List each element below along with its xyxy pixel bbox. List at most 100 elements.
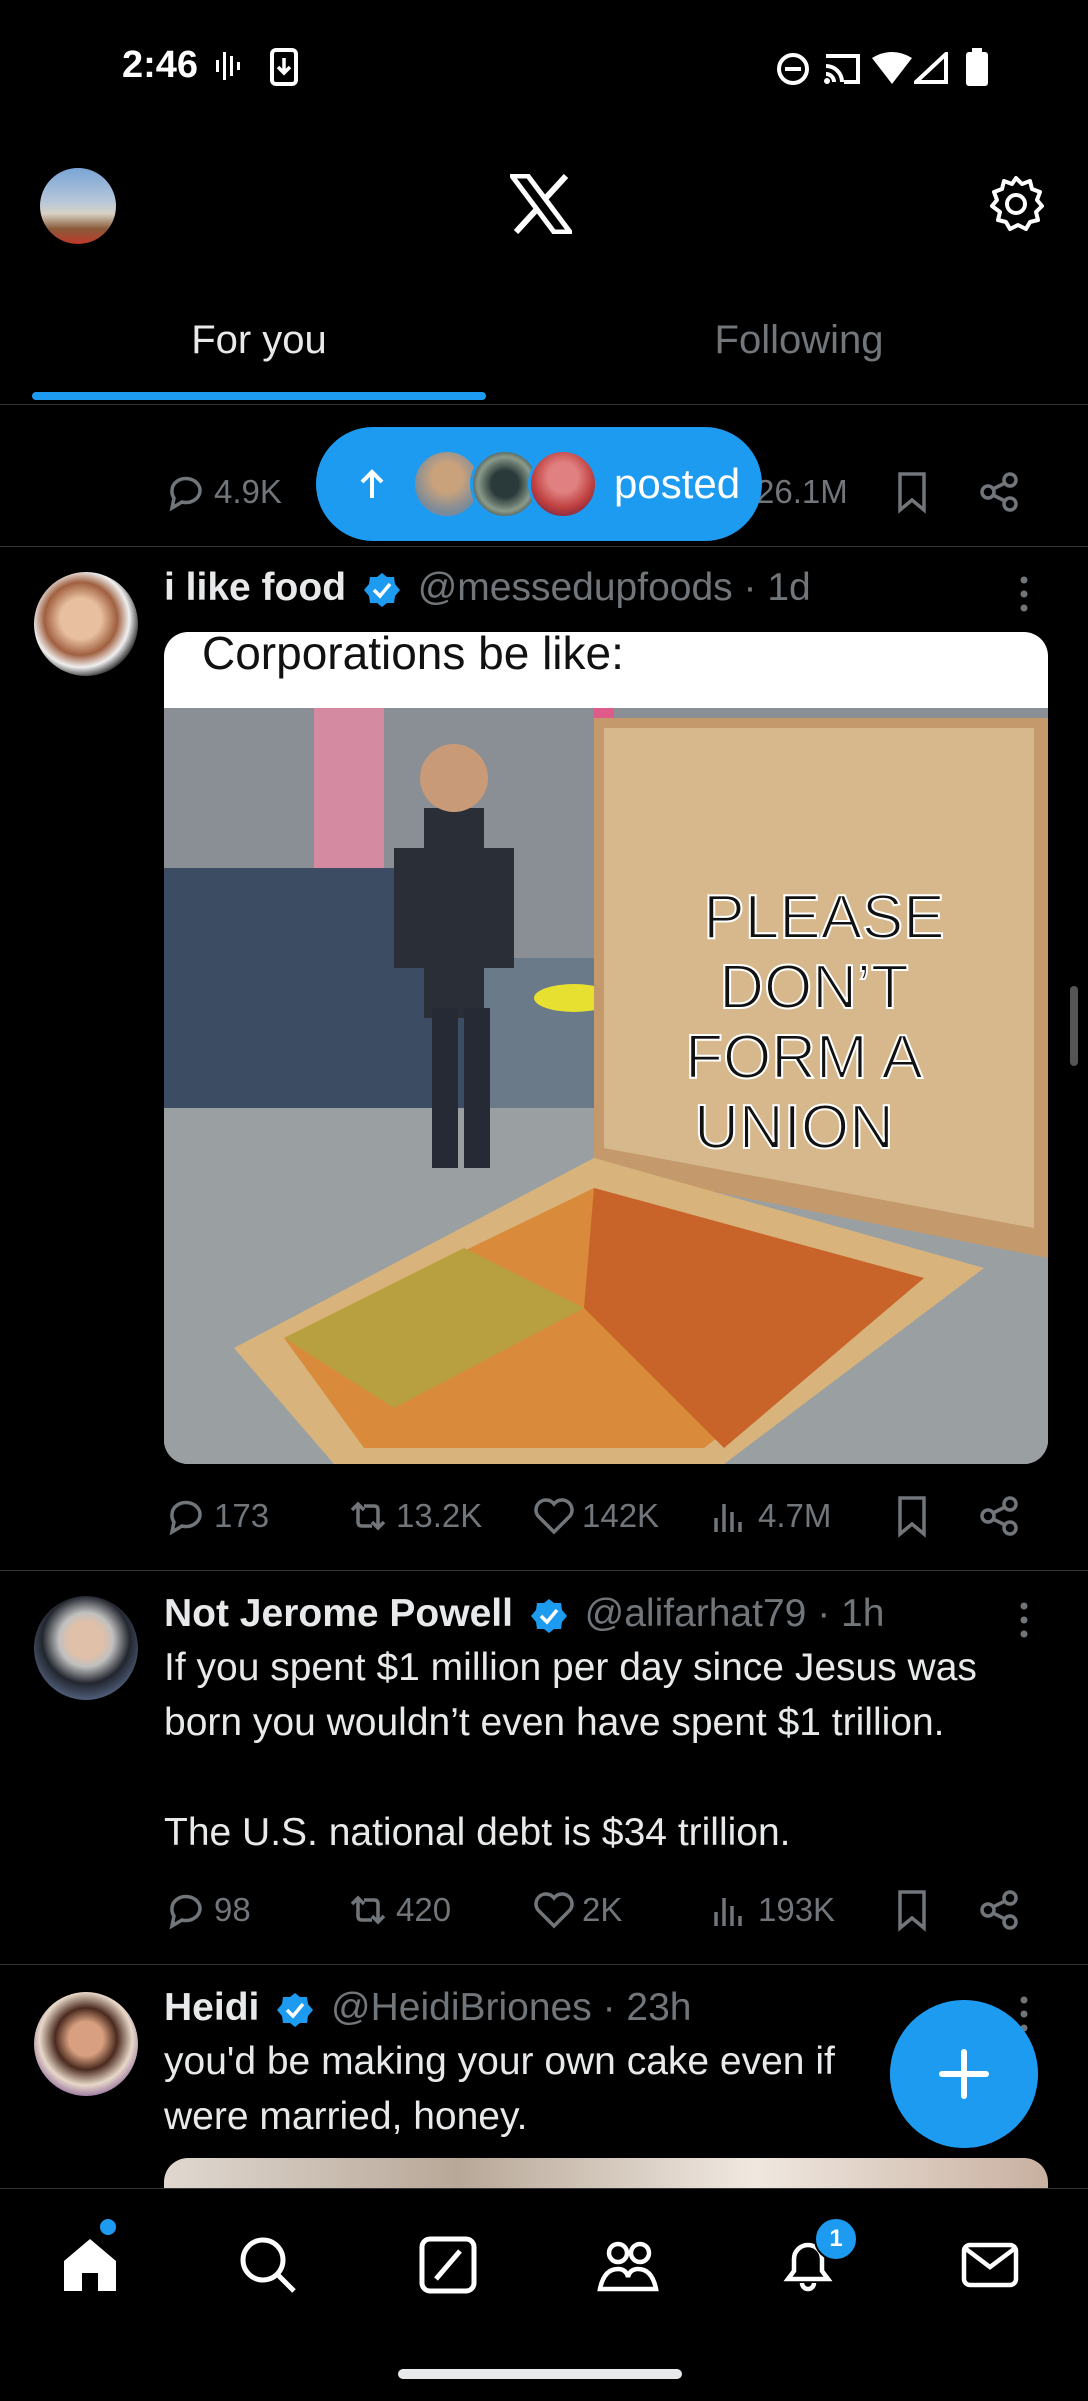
box-text-line: PLEASE (703, 883, 944, 952)
download-icon (270, 48, 298, 86)
author-name[interactable]: i like food (164, 566, 346, 609)
bottom-nav: 1 (0, 2188, 1088, 2401)
author-handle[interactable]: @HeidiBriones (331, 1986, 592, 2029)
reply-count: 98 (214, 1891, 251, 1928)
post-header: Not Jerome Powell @alifarhat79 · 1h (164, 1592, 884, 1636)
post-actions: 173 13.2K 142K 4.7M (164, 1488, 1044, 1544)
home-unread-dot (100, 2219, 116, 2235)
grok-icon[interactable] (416, 2233, 480, 2297)
post-time: 23h (626, 1986, 692, 2029)
x-logo[interactable] (510, 174, 572, 234)
author-name[interactable]: Not Jerome Powell (164, 1592, 513, 1635)
author-handle[interactable]: @messedupfoods (418, 566, 733, 609)
dnd-icon (777, 53, 809, 85)
repost-button[interactable]: 13.2K (346, 1488, 482, 1544)
heart-icon (534, 1498, 574, 1535)
repost-icon (350, 1501, 386, 1531)
audio-icon (216, 52, 240, 80)
box-text-line: UNION (694, 1093, 894, 1162)
bookmark-button[interactable] (890, 1488, 940, 1544)
avatar[interactable] (34, 1992, 138, 2096)
analytics-icon (714, 1898, 742, 1926)
more-icon[interactable] (1014, 1600, 1034, 1640)
bookmark-icon (898, 1890, 926, 1932)
bookmark-button[interactable] (890, 464, 940, 520)
reply-icon (169, 1500, 202, 1536)
separator: · (602, 1986, 627, 2029)
avatar (528, 449, 598, 519)
cast-icon (824, 54, 860, 84)
share-icon (980, 1890, 1018, 1930)
reply-button[interactable]: 173 (164, 1488, 269, 1544)
views-button[interactable]: 4.7M (708, 1488, 831, 1544)
bookmark-icon (898, 472, 926, 514)
avatar[interactable] (34, 572, 138, 676)
author-handle[interactable]: @alifarhat79 (585, 1592, 807, 1635)
share-button[interactable] (978, 1882, 1028, 1938)
reply-icon (169, 1894, 202, 1930)
share-icon (980, 472, 1018, 512)
gesture-bar[interactable] (398, 2369, 682, 2379)
signal-icon (914, 52, 948, 84)
repost-count: 13.2K (396, 1497, 483, 1534)
post-text-line (164, 1750, 1064, 1805)
repost-count: 420 (396, 1891, 452, 1928)
compose-button[interactable] (890, 2000, 1038, 2148)
heart-icon (534, 1892, 574, 1929)
box-text-line: DON’T (719, 953, 908, 1022)
new-posts-pill[interactable]: posted (316, 427, 762, 541)
separator: · (743, 566, 768, 609)
scrollbar[interactable] (1070, 986, 1078, 1066)
analytics-icon (714, 1504, 742, 1532)
pizza-box-photo: PLEASE DON’T FORM A UNION (164, 708, 1048, 1464)
post-header: Heidi @HeidiBriones · 23h (164, 1986, 692, 2030)
like-button[interactable]: 142K (532, 1488, 659, 1544)
reply-count: 173 (214, 1497, 270, 1534)
post-image[interactable]: Corporations be like: PLEASE DON’T FORM … (164, 632, 1048, 1464)
arrow-up-icon (360, 469, 384, 498)
notification-badge: 1 (814, 2217, 858, 2261)
status-bar: 2:46 (0, 0, 1088, 130)
tab-for-you[interactable]: For you (0, 318, 518, 363)
status-time: 2:46 (122, 44, 199, 86)
gear-icon[interactable] (986, 174, 1046, 234)
home-icon[interactable] (58, 2233, 122, 2297)
tab-following[interactable]: Following (544, 318, 1054, 363)
avatar[interactable] (34, 1596, 138, 1700)
post-time: 1h (841, 1592, 885, 1635)
post-image[interactable] (164, 2158, 1048, 2188)
view-count: 193K (758, 1891, 836, 1928)
share-button[interactable] (978, 1488, 1028, 1544)
separator: · (817, 1592, 842, 1635)
wifi-icon (872, 52, 912, 84)
view-count: 4.7M (758, 1497, 832, 1534)
share-icon (980, 1496, 1018, 1536)
profile-avatar[interactable] (40, 168, 116, 244)
image-caption: Corporations be like: (202, 632, 624, 679)
search-icon[interactable] (236, 2233, 300, 2297)
reply-button[interactable]: 98 (164, 1882, 251, 1938)
share-button[interactable] (978, 464, 1028, 520)
divider (0, 1570, 1088, 1571)
like-button[interactable]: 2K (532, 1882, 622, 1938)
view-count: 26.1M (756, 473, 848, 510)
verified-badge-icon (530, 1598, 567, 1633)
messages-icon[interactable] (958, 2233, 1022, 2297)
post-text-line: born you wouldn’t even have spent $1 tri… (164, 1701, 945, 1744)
bookmark-button[interactable] (890, 1882, 940, 1938)
repost-button[interactable]: 420 (346, 1882, 451, 1938)
views-button[interactable]: 193K (708, 1882, 835, 1938)
post-actions: 98 420 2K 193K (164, 1882, 1044, 1938)
reply-button[interactable]: 4.9K (164, 464, 282, 520)
divider (0, 1964, 1088, 1965)
reply-icon (169, 476, 202, 512)
post-text-line: The U.S. national debt is $34 trillion. (164, 1811, 791, 1854)
divider (0, 546, 1088, 547)
author-name[interactable]: Heidi (164, 1986, 259, 2029)
tab-indicator (32, 392, 486, 400)
like-count: 142K (582, 1497, 660, 1534)
communities-icon[interactable] (596, 2233, 660, 2297)
post-header: i like food @messedupfoods · 1d (164, 566, 811, 610)
more-icon[interactable] (1014, 574, 1034, 614)
box-text-line: FORM A (685, 1023, 923, 1092)
